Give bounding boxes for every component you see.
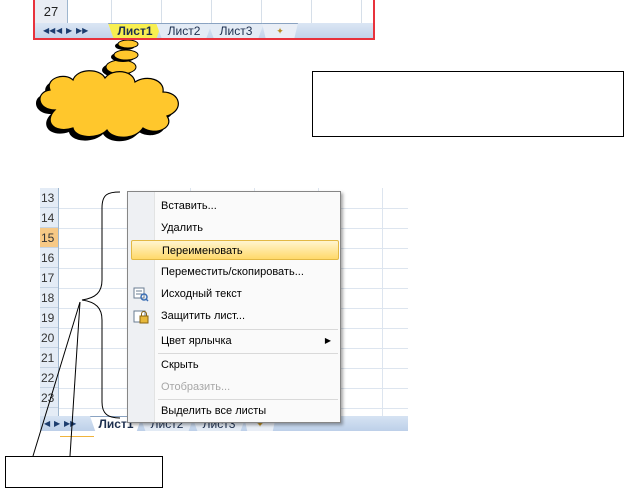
spreadsheet-row	[35, 0, 373, 24]
thought-cloud-icon	[35, 40, 179, 142]
sheet-tab-2[interactable]: Лист2	[156, 23, 212, 38]
first-sheet-arrow-icon[interactable]: ◀◀	[43, 23, 55, 38]
prev-sheet-arrow-icon[interactable]: ◀	[56, 23, 62, 38]
sheet-tab-1[interactable]: Лист1	[108, 23, 162, 38]
curly-brace-icon	[32, 191, 121, 457]
sheet-tab-3[interactable]: Лист3	[208, 23, 264, 38]
callout-answer-box[interactable]	[5, 456, 163, 488]
row-header[interactable]: 27	[35, 0, 68, 23]
submenu-arrow-icon: ▶	[324, 336, 331, 345]
sheet-tab-bar: ◀◀ ◀ ▶ ▶▶ Лист1 Лист2 Лист3 ✦	[35, 23, 373, 38]
insert-sheet-icon[interactable]: ✦	[262, 23, 298, 38]
next-sheet-arrow-icon[interactable]: ▶	[66, 23, 72, 38]
last-sheet-arrow-icon[interactable]: ▶▶	[76, 23, 88, 38]
answer-text-box[interactable]	[312, 71, 624, 137]
